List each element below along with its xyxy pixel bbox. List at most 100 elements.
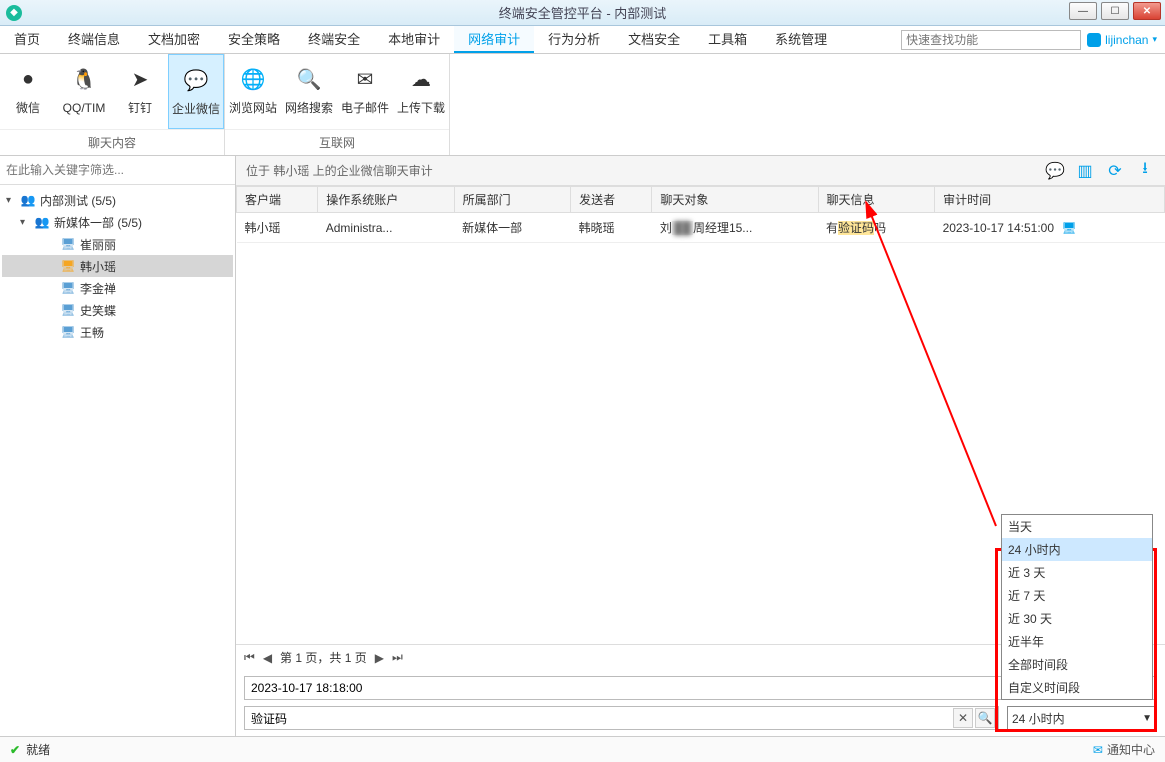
title-bar: ◆ 终端安全管控平台 - 内部测试 — ☐ ✕ bbox=[0, 0, 1165, 26]
notify-link[interactable]: 通知中心 bbox=[1107, 741, 1155, 758]
menu-5[interactable]: 本地审计 bbox=[374, 26, 454, 53]
content: 位于 韩小瑶 上的企业微信聊天审计 💬 ▥ ⟳ ⭳ 客户端操作系统账户所属部门发… bbox=[236, 156, 1165, 736]
pc-icon: 🖥 bbox=[60, 237, 76, 251]
tree-node[interactable]: ▾👥内部测试 (5/5) bbox=[2, 189, 233, 211]
window-title: 终端安全管控平台 - 内部测试 bbox=[0, 3, 1165, 22]
monitor-icon: 🖥 bbox=[1061, 221, 1076, 235]
time-option[interactable]: 近 3 天 bbox=[1002, 561, 1152, 584]
pager-first[interactable]: ⏮ bbox=[244, 650, 255, 665]
menu-7[interactable]: 行为分析 bbox=[534, 26, 614, 53]
ribbon-btn-上传下载[interactable]: ☁上传下载 bbox=[393, 54, 449, 129]
ribbon-btn-钉钉[interactable]: ➤钉钉 bbox=[112, 54, 168, 129]
sidebar: ▾👥内部测试 (5/5)▾👥新媒体一部 (5/5)🖥崔丽丽🖥韩小瑶🖥李金禅🖥史笑… bbox=[0, 156, 236, 736]
ribbon-icon: ✉ bbox=[348, 62, 382, 96]
ribbon-group-label: 聊天内容 bbox=[0, 129, 224, 155]
time-option[interactable]: 近半年 bbox=[1002, 630, 1152, 653]
menu-bar: 首页终端信息文档加密安全策略终端安全本地审计网络审计行为分析文档安全工具箱系统管… bbox=[0, 26, 1165, 54]
col-header[interactable]: 聊天信息 bbox=[818, 187, 935, 213]
time-range-dropdown[interactable]: 当天24 小时内近 3 天近 7 天近 30 天近半年全部时间段自定义时间段 bbox=[1001, 514, 1153, 700]
ribbon-btn-QQ/TIM[interactable]: 🐧QQ/TIM bbox=[56, 54, 112, 129]
ribbon-group-internet: 🌐浏览网站🔍网络搜索✉电子邮件☁上传下载 互联网 bbox=[225, 54, 450, 155]
ribbon-group-chat: ●微信🐧QQ/TIM➤钉钉💬企业微信 聊天内容 bbox=[0, 54, 225, 155]
ribbon: ●微信🐧QQ/TIM➤钉钉💬企业微信 聊天内容 🌐浏览网站🔍网络搜索✉电子邮件☁… bbox=[0, 54, 1165, 156]
time-range-combo[interactable]: 24 小时内 ▼ bbox=[1007, 706, 1157, 730]
pager-text: 第 1 页，共 1 页 bbox=[280, 649, 367, 666]
menu-1[interactable]: 终端信息 bbox=[54, 26, 134, 53]
close-button[interactable]: ✕ bbox=[1133, 2, 1161, 20]
col-header[interactable]: 发送者 bbox=[571, 187, 652, 213]
tree-node[interactable]: ▾👥新媒体一部 (5/5) bbox=[2, 211, 233, 233]
minimize-button[interactable]: — bbox=[1069, 2, 1097, 20]
col-header[interactable]: 操作系统账户 bbox=[318, 187, 454, 213]
pager-next[interactable]: ▶ bbox=[375, 651, 384, 665]
ribbon-btn-电子邮件[interactable]: ✉电子邮件 bbox=[337, 54, 393, 129]
keyword-input[interactable] bbox=[244, 706, 999, 730]
time-option[interactable]: 近 30 天 bbox=[1002, 607, 1152, 630]
menu-3[interactable]: 安全策略 bbox=[214, 26, 294, 53]
menu-4[interactable]: 终端安全 bbox=[294, 26, 374, 53]
columns-tool-icon[interactable]: ▥ bbox=[1075, 161, 1095, 181]
col-header[interactable]: 所属部门 bbox=[454, 187, 571, 213]
pc-icon: 🖥 bbox=[60, 325, 76, 339]
tree: ▾👥内部测试 (5/5)▾👥新媒体一部 (5/5)🖥崔丽丽🖥韩小瑶🖥李金禅🖥史笑… bbox=[0, 185, 235, 736]
table-row[interactable]: 韩小瑶Administra...新媒体一部韩晓瑶刘██周经理15...有验证码吗… bbox=[237, 213, 1165, 243]
ribbon-btn-浏览网站[interactable]: 🌐浏览网站 bbox=[225, 54, 281, 129]
mail-icon[interactable]: ✉ bbox=[1093, 743, 1103, 757]
col-header[interactable]: 聊天对象 bbox=[652, 187, 818, 213]
tree-node[interactable]: 🖥韩小瑶 bbox=[2, 255, 233, 277]
chat-tool-icon[interactable]: 💬 bbox=[1045, 161, 1065, 181]
ribbon-icon: 🔍 bbox=[292, 62, 326, 96]
export-icon[interactable]: ⭳ bbox=[1135, 161, 1155, 181]
group-icon: 👥 bbox=[34, 215, 50, 229]
filter-input[interactable] bbox=[6, 160, 229, 180]
ribbon-group-label: 互联网 bbox=[225, 129, 449, 155]
search-icon[interactable]: 🔍 bbox=[975, 708, 995, 728]
refresh-icon[interactable]: ⟳ bbox=[1105, 161, 1125, 181]
tree-node[interactable]: 🖥李金禅 bbox=[2, 277, 233, 299]
pager-last[interactable]: ⏭ bbox=[392, 650, 403, 665]
menu-8[interactable]: 文档安全 bbox=[614, 26, 694, 53]
time-option[interactable]: 24 小时内 bbox=[1002, 538, 1152, 561]
menu-9[interactable]: 工具箱 bbox=[694, 26, 761, 53]
ribbon-icon: 🌐 bbox=[236, 62, 270, 96]
main-area: ▾👥内部测试 (5/5)▾👥新媒体一部 (5/5)🖥崔丽丽🖥韩小瑶🖥李金禅🖥史笑… bbox=[0, 156, 1165, 736]
chevron-down-icon: ▼ bbox=[1142, 713, 1152, 724]
quick-search-input[interactable] bbox=[901, 30, 1081, 50]
ribbon-icon: 💬 bbox=[179, 63, 213, 97]
menu-2[interactable]: 文档加密 bbox=[134, 26, 214, 53]
user-icon bbox=[1087, 33, 1101, 47]
group-icon: 👥 bbox=[20, 193, 36, 207]
ribbon-btn-企业微信[interactable]: 💬企业微信 bbox=[168, 54, 224, 129]
ribbon-icon: ☁ bbox=[404, 62, 438, 96]
pager-prev[interactable]: ◀ bbox=[263, 651, 272, 665]
time-option[interactable]: 当天 bbox=[1002, 515, 1152, 538]
user-link[interactable]: lijinchan▾ bbox=[1087, 33, 1157, 47]
status-text: 就绪 bbox=[26, 741, 50, 758]
ribbon-btn-网络搜索[interactable]: 🔍网络搜索 bbox=[281, 54, 337, 129]
ribbon-btn-微信[interactable]: ●微信 bbox=[0, 54, 56, 129]
status-bar: ✔ 就绪 ✉ 通知中心 bbox=[0, 736, 1165, 762]
menu-10[interactable]: 系统管理 bbox=[761, 26, 841, 53]
ribbon-icon: ➤ bbox=[123, 62, 157, 96]
app-icon: ◆ bbox=[6, 5, 22, 21]
path-bar: 位于 韩小瑶 上的企业微信聊天审计 💬 ▥ ⟳ ⭳ bbox=[236, 156, 1165, 186]
ribbon-icon: ● bbox=[11, 62, 45, 96]
menu-6[interactable]: 网络审计 bbox=[454, 26, 534, 53]
maximize-button[interactable]: ☐ bbox=[1101, 2, 1129, 20]
time-option[interactable]: 自定义时间段 bbox=[1002, 676, 1152, 699]
pc-icon: 🖥 bbox=[60, 303, 76, 317]
combo-value: 24 小时内 bbox=[1012, 710, 1065, 727]
tree-node[interactable]: 🖥史笑蝶 bbox=[2, 299, 233, 321]
tree-node[interactable]: 🖥王畅 bbox=[2, 321, 233, 343]
clear-icon[interactable]: ✕ bbox=[953, 708, 973, 728]
time-option[interactable]: 近 7 天 bbox=[1002, 584, 1152, 607]
menu-0[interactable]: 首页 bbox=[0, 26, 54, 53]
status-ok-icon: ✔ bbox=[10, 743, 20, 757]
tree-node[interactable]: 🖥崔丽丽 bbox=[2, 233, 233, 255]
pc-icon: 🖥 bbox=[60, 259, 76, 273]
col-header[interactable]: 审计时间 bbox=[935, 187, 1165, 213]
path-text: 位于 韩小瑶 上的企业微信聊天审计 bbox=[246, 162, 433, 179]
col-header[interactable]: 客户端 bbox=[237, 187, 318, 213]
time-option[interactable]: 全部时间段 bbox=[1002, 653, 1152, 676]
pc-icon: 🖥 bbox=[60, 281, 76, 295]
